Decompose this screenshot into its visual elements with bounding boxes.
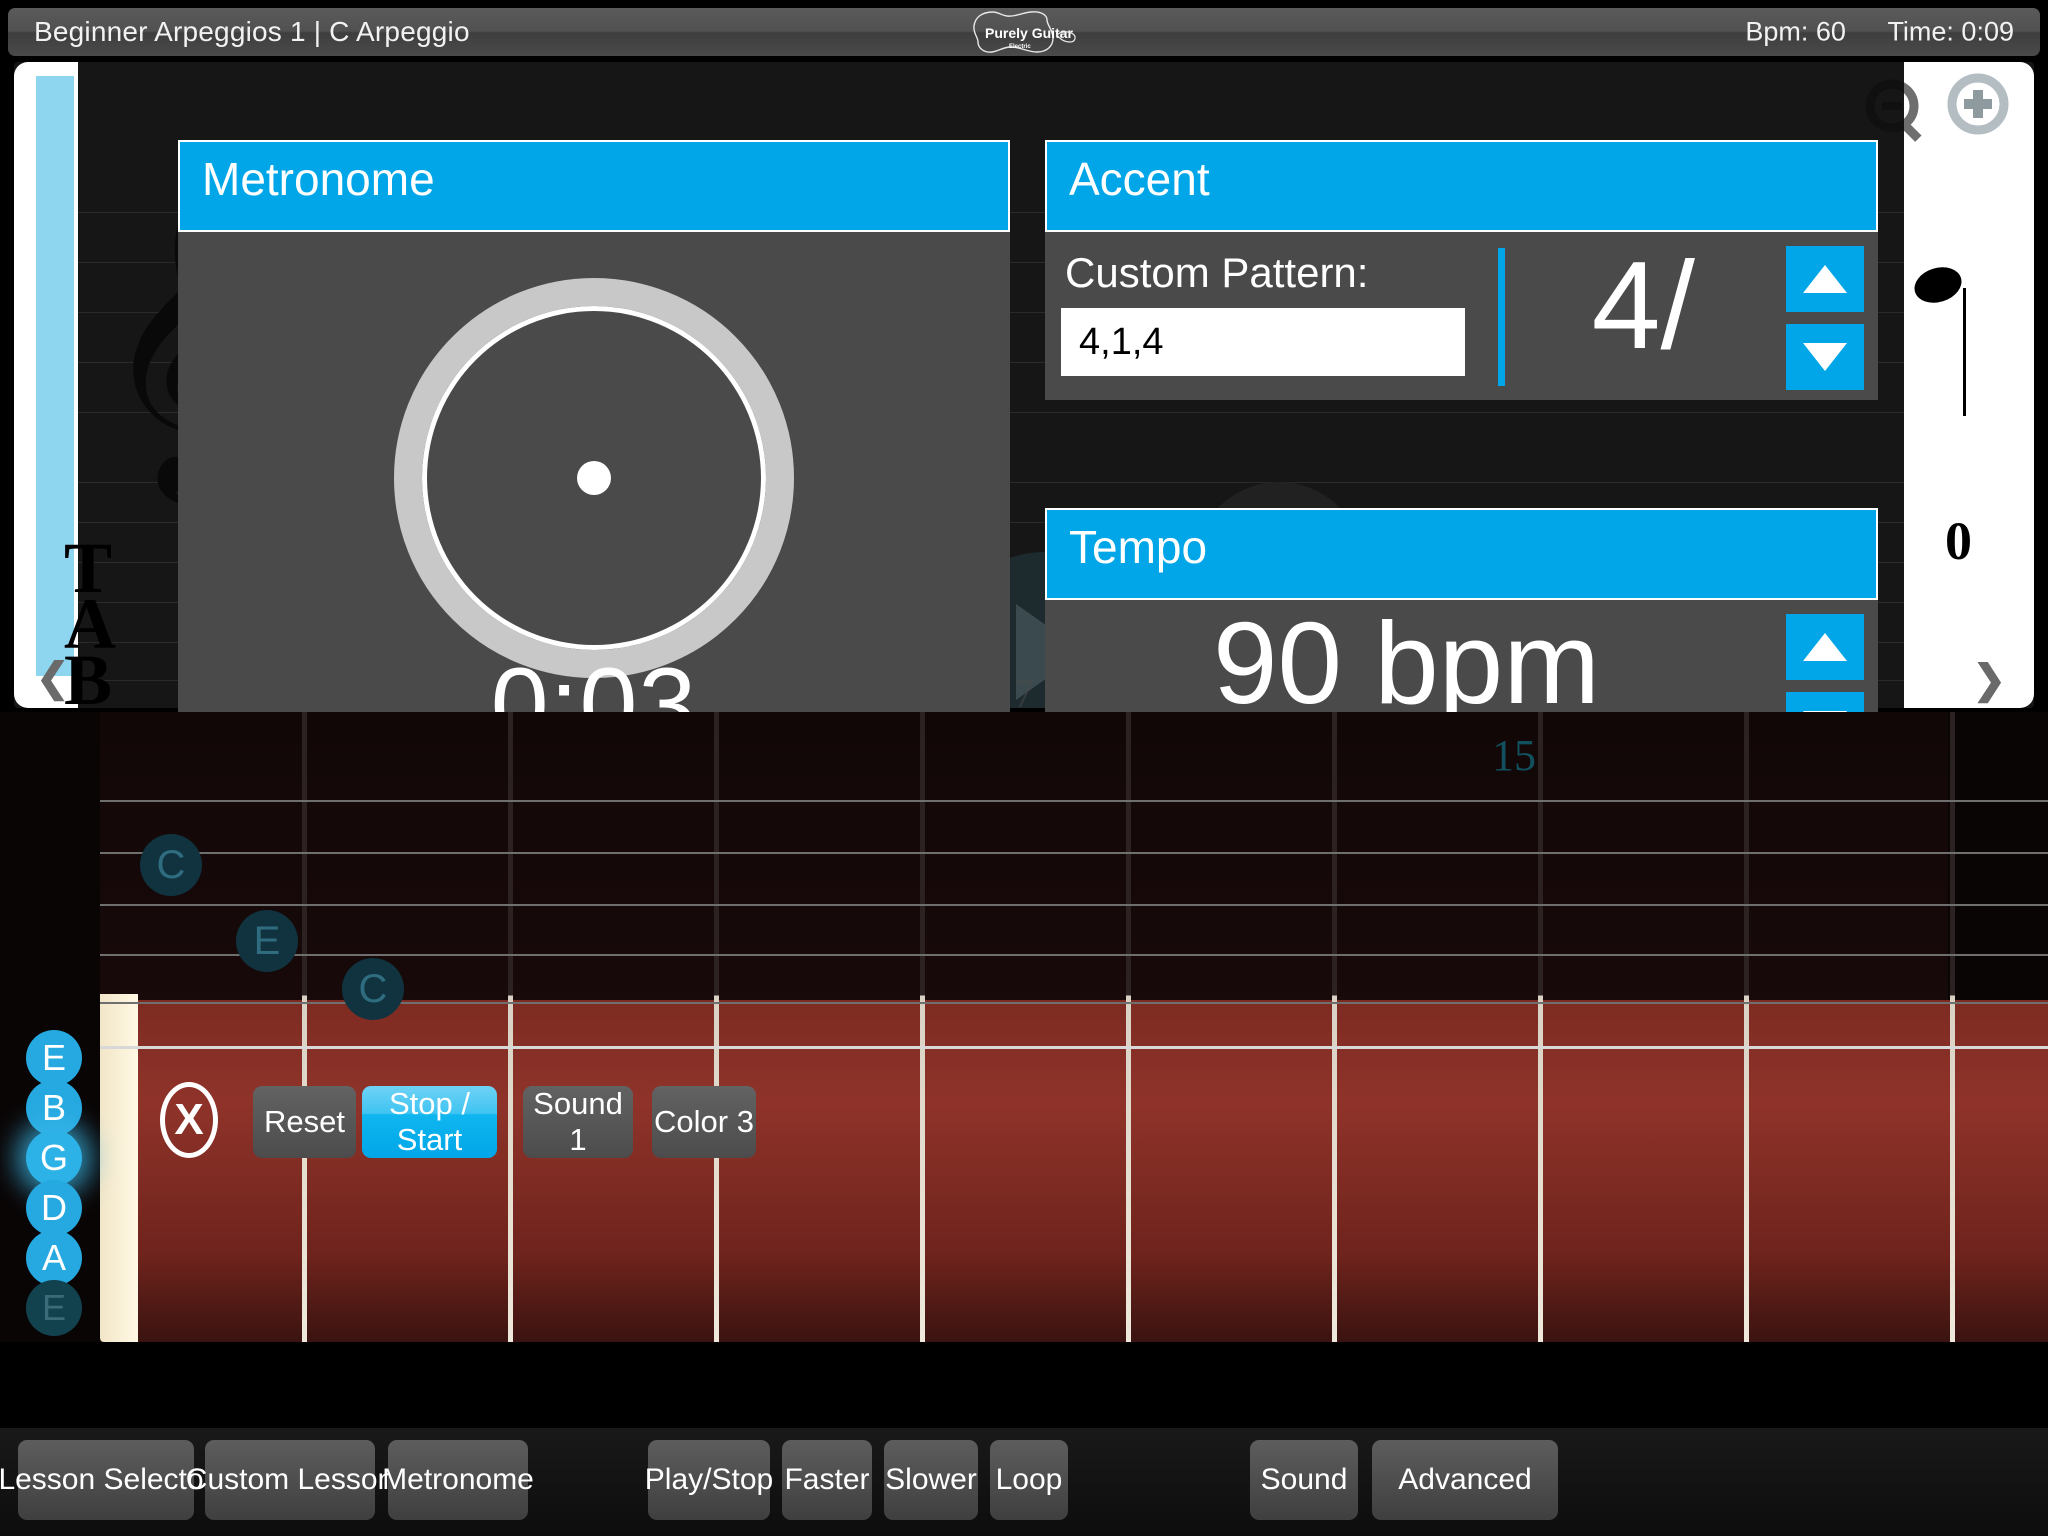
tempo-increase-button[interactable]	[1786, 614, 1864, 680]
bottom-toolbar: Lesson Selector Custom Lesson Metronome …	[0, 1428, 2048, 1536]
faster-button[interactable]: Faster	[782, 1440, 872, 1520]
purely-guitar-logo: Purely Guitar Electric	[965, 8, 1083, 56]
fret-line	[508, 712, 513, 1342]
string-button-a[interactable]: A	[26, 1230, 82, 1286]
string-button-b[interactable]: B	[26, 1080, 82, 1136]
metronome-dial[interactable]	[394, 278, 794, 678]
string-button-e-high[interactable]: E	[26, 1030, 82, 1086]
string-button-d[interactable]: D	[26, 1180, 82, 1236]
tab-label: TAB	[64, 528, 116, 708]
fret-line	[1126, 712, 1131, 1342]
accent-panel: Accent Custom Pattern: 4/	[1045, 140, 1878, 400]
time-signature-display: 4/	[1591, 237, 1695, 375]
watermark-number: 7	[1014, 671, 1034, 708]
sound-select-button[interactable]: Sound 1	[523, 1086, 633, 1158]
tab-fret-number: 0	[1945, 511, 1972, 571]
fret-line	[1332, 712, 1337, 1342]
guitar-string	[100, 852, 2048, 854]
metronome-button[interactable]: Metronome	[382, 1440, 534, 1520]
tempo-panel-title: Tempo	[1045, 508, 1878, 600]
fretboard-note-marker[interactable]: C	[140, 834, 202, 896]
fret-line	[1744, 712, 1749, 1342]
guitar-string	[100, 954, 2048, 956]
lesson-selector-button[interactable]: Lesson Selector	[0, 1440, 214, 1520]
fret-line	[302, 712, 307, 1342]
accent-increase-button[interactable]	[1786, 246, 1864, 312]
fret-line	[1538, 712, 1543, 1342]
header-status: Bpm: 60 Time: 0:09	[1711, 17, 2014, 48]
sound-button[interactable]: Sound	[1250, 1440, 1358, 1520]
accent-panel-title: Accent	[1045, 140, 1878, 232]
string-selector-group: E B G D A E	[26, 1030, 82, 1336]
svg-text:Electric: Electric	[1009, 44, 1031, 50]
zoom-out-icon[interactable]	[1862, 76, 1934, 148]
triangle-up-icon	[1803, 265, 1847, 293]
note-head-icon	[1910, 261, 1966, 309]
metronome-panel-body: 0:03	[178, 232, 1010, 769]
metronome-panel: Metronome 0:03	[178, 140, 1010, 769]
custom-lesson-button[interactable]: Custom Lesson	[186, 1440, 394, 1520]
metronome-dial-center-dot	[577, 461, 611, 495]
tempo-panel: Tempo 90 bpm	[1045, 508, 1878, 758]
stop-start-button[interactable]: Stop / Start	[362, 1086, 497, 1158]
app-root: Beginner Arpeggios 1 | C Arpeggio Purely…	[0, 0, 2048, 1536]
accent-panel-body: Custom Pattern: 4/	[1045, 232, 1878, 400]
fretboard-note-marker[interactable]: E	[236, 910, 298, 972]
play-stop-button[interactable]: Play/Stop	[645, 1440, 773, 1520]
time-readout: Time: 0:09	[1887, 16, 2014, 47]
string-button-e-low[interactable]: E	[26, 1280, 82, 1336]
staff-sheet-right: 0 ❯	[1865, 62, 2034, 708]
note-stem-icon	[1963, 288, 1966, 416]
fret-line	[920, 712, 925, 1342]
fretboard-wood	[100, 1000, 2048, 1342]
guitar-string	[100, 800, 2048, 802]
fretboard-note-marker[interactable]: C	[342, 958, 404, 1020]
metronome-panel-title: Metronome	[178, 140, 1010, 232]
color-select-button[interactable]: Color 3	[652, 1086, 756, 1158]
close-icon[interactable]: X	[160, 1082, 218, 1158]
string-button-g[interactable]: G	[26, 1130, 82, 1186]
reset-button[interactable]: Reset	[253, 1086, 356, 1158]
triangle-up-icon	[1803, 633, 1847, 661]
app-header: Beginner Arpeggios 1 | C Arpeggio Purely…	[8, 8, 2040, 56]
page-title: Beginner Arpeggios 1 | C Arpeggio	[34, 16, 470, 47]
accent-decrease-button[interactable]	[1786, 324, 1864, 390]
guitar-string-lit	[100, 1046, 2048, 1049]
fretboard[interactable]: C E C 15	[0, 712, 2048, 1342]
accent-divider	[1498, 248, 1505, 386]
custom-pattern-label: Custom Pattern:	[1065, 249, 1369, 296]
advanced-button[interactable]: Advanced	[1372, 1440, 1558, 1520]
accent-stepper	[1786, 246, 1864, 390]
loop-button[interactable]: Loop	[990, 1440, 1068, 1520]
bpm-readout: Bpm: 60	[1745, 16, 1846, 47]
next-measure-arrow[interactable]: ❯	[1972, 660, 2006, 700]
fret-marker-number: 15	[1492, 731, 1536, 780]
fret-line	[1950, 712, 1955, 1342]
slower-button[interactable]: Slower	[884, 1440, 978, 1520]
fret-line	[714, 712, 719, 1342]
zoom-in-icon[interactable]	[1938, 70, 2020, 152]
triangle-down-icon	[1803, 343, 1847, 371]
custom-pattern-input[interactable]	[1061, 308, 1465, 376]
guitar-string	[100, 904, 2048, 906]
